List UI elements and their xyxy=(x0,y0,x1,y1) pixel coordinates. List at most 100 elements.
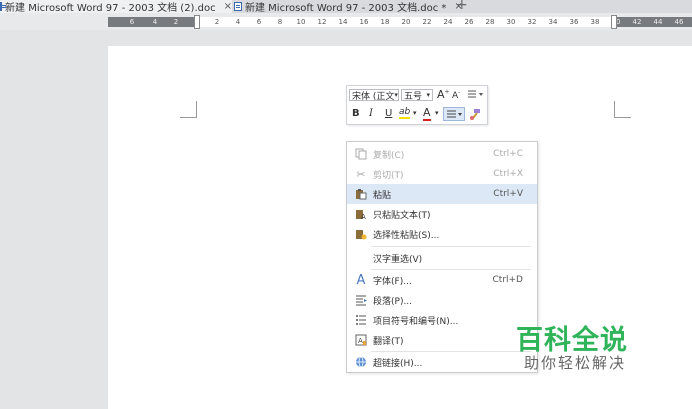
ruler-number: 22 xyxy=(422,18,432,26)
font-color-button[interactable]: A xyxy=(423,106,431,121)
watermark-subtitle: 助你轻松解决 xyxy=(524,354,627,372)
menu-item-shortcut: Ctrl+X xyxy=(493,169,523,179)
menu-item-label: 剪切(T) xyxy=(373,170,404,181)
ruler-number: 28 xyxy=(485,18,495,26)
menu-item-label: 复制(C) xyxy=(373,150,405,161)
new-tab-button[interactable]: + xyxy=(456,0,468,13)
ruler-number: 8 xyxy=(277,18,283,26)
menu-item-label: 粘贴 xyxy=(373,190,392,201)
ruler-number: 2 xyxy=(173,18,179,26)
format-painter-button[interactable] xyxy=(468,108,482,123)
close-icon[interactable]: × xyxy=(224,1,232,12)
ruler-number: 18 xyxy=(380,18,390,26)
tab-title: 新建 Microsoft Word 97 - 2003 文档.doc * xyxy=(245,3,447,13)
highlight-button[interactable]: ab xyxy=(399,107,411,119)
menu-item-label: 项目符号和编号(N)... xyxy=(373,316,459,327)
ruler-number: 32 xyxy=(527,18,537,26)
ruler-number: 4 xyxy=(235,18,241,26)
menu-item-label: 选择性粘贴(S)... xyxy=(373,230,440,241)
menu-item-label: 字体(F)... xyxy=(373,276,412,287)
font-name-value: 宋体 (正文 xyxy=(352,91,395,102)
scissors-icon: ✂ xyxy=(356,167,366,181)
paste-special-icon xyxy=(355,228,367,240)
menu-item-label: 超链接(H)... xyxy=(373,358,423,369)
ruler-number: 4 xyxy=(152,18,158,26)
underline-button[interactable]: U xyxy=(385,108,392,119)
grow-font-button[interactable]: A+ xyxy=(437,88,450,101)
tab-document-1[interactable]: 新建 Microsoft Word 97 - 2003 文档.doc * × xyxy=(234,0,463,13)
right-indent-marker[interactable] xyxy=(611,15,617,29)
mini-toolbar: 宋体 (正文 ▾ 五号 ▾ A+ A- B I U ab ▾ A ▾ xyxy=(346,85,488,125)
grow-font-icon: A xyxy=(437,88,445,101)
tab-title: 新建 Microsoft Word 97 - 2003 文档 (2).doc xyxy=(5,3,216,13)
ruler-number: 34 xyxy=(548,18,558,26)
tab-bar: 新建 Microsoft Word 97 - 2003 文档 (2).doc ×… xyxy=(0,0,692,13)
ruler-number: 46 xyxy=(674,18,684,26)
ruler-number: 6 xyxy=(129,18,135,26)
menu-item-reconvert[interactable]: 汉字重选(V) xyxy=(347,248,537,268)
ruler-number: 42 xyxy=(632,18,642,26)
menu-item-label: 翻译(T) xyxy=(373,336,404,347)
menu-item-label: 段落(P)... xyxy=(373,296,413,307)
menu-item-shortcut: Ctrl+D xyxy=(492,275,524,285)
menu-item-label: 只粘贴文本(T) xyxy=(373,210,431,221)
left-indent-marker[interactable] xyxy=(194,15,200,29)
ruler-number: 36 xyxy=(569,18,579,26)
line-spacing-button[interactable] xyxy=(467,88,485,103)
word-doc-icon xyxy=(234,2,242,11)
line-spacing-icon xyxy=(468,90,483,98)
font-size-combo[interactable]: 五号 ▾ xyxy=(401,89,433,102)
ruler-number: 2 xyxy=(214,18,220,26)
ruler-number: 26 xyxy=(464,18,474,26)
tab-document-2[interactable]: 新建 Microsoft Word 97 - 2003 文档 (2).doc × xyxy=(0,0,232,13)
align-button[interactable] xyxy=(443,107,465,121)
menu-separator xyxy=(371,246,531,247)
menu-item-translate[interactable]: A 翻译(T) xyxy=(347,330,537,350)
menu-item-hyperlink[interactable]: 超链接(H)... xyxy=(347,352,537,372)
paragraph-icon xyxy=(355,294,367,306)
copy-icon xyxy=(355,148,367,160)
menu-item-paste-text-only[interactable]: A 只粘贴文本(T) xyxy=(347,204,537,224)
word-doc-icon xyxy=(0,2,7,11)
menu-item-font[interactable]: A 字体(F)... Ctrl+D xyxy=(347,270,537,290)
bold-button[interactable]: B xyxy=(352,108,360,119)
chevron-down-icon: ▾ xyxy=(426,91,430,99)
ruler-number: 14 xyxy=(338,18,348,26)
menu-item-shortcut: Ctrl+C xyxy=(493,149,523,159)
menu-item-paragraph[interactable]: 段落(P)... xyxy=(347,290,537,310)
menu-item-cut[interactable]: ✂ 剪切(T) Ctrl+X xyxy=(347,164,537,184)
margin-corner-left xyxy=(180,101,197,118)
paste-text-icon: A xyxy=(355,208,367,220)
ruler-number: 38 xyxy=(590,18,600,26)
context-menu: 复制(C) Ctrl+C ✂ 剪切(T) Ctrl+X 粘贴 Ctrl+V A … xyxy=(346,141,538,373)
ruler-number: 24 xyxy=(443,18,453,26)
svg-text:A: A xyxy=(358,337,363,345)
svg-text:A: A xyxy=(361,213,366,220)
menu-item-paste-special[interactable]: 选择性粘贴(S)... xyxy=(347,224,537,244)
font-name-combo[interactable]: 宋体 (正文 ▾ xyxy=(349,89,399,102)
chevron-down-icon: ▾ xyxy=(394,91,398,99)
horizontal-ruler[interactable]: 6 4 2 2 4 6 8 10 12 14 16 18 20 22 24 26… xyxy=(0,13,692,30)
ruler-number: 44 xyxy=(653,18,663,26)
chevron-down-icon[interactable]: ▾ xyxy=(435,109,439,117)
ruler-number: 30 xyxy=(506,18,516,26)
margin-corner-right xyxy=(614,101,631,118)
align-center-icon xyxy=(447,110,462,118)
ruler-number: 12 xyxy=(317,18,327,26)
font-size-value: 五号 xyxy=(404,91,423,102)
ruler-number: 10 xyxy=(296,18,306,26)
shrink-font-button[interactable]: A- xyxy=(452,89,460,101)
menu-item-bullets[interactable]: 项目符号和编号(N)... xyxy=(347,310,537,330)
menu-item-copy[interactable]: 复制(C) Ctrl+C xyxy=(347,144,537,164)
menu-item-paste[interactable]: 粘贴 Ctrl+V xyxy=(347,184,537,204)
menu-item-label: 汉字重选(V) xyxy=(373,254,423,265)
italic-button[interactable]: I xyxy=(369,108,373,119)
bullets-icon xyxy=(355,314,367,326)
format-painter-icon xyxy=(470,109,480,120)
ruler-number: 20 xyxy=(401,18,411,26)
ruler-number: 16 xyxy=(359,18,369,26)
chevron-down-icon[interactable]: ▾ xyxy=(413,109,417,117)
translate-icon: A xyxy=(355,334,367,346)
menu-item-shortcut: Ctrl+V xyxy=(493,189,523,199)
ruler-number: 6 xyxy=(256,18,262,26)
